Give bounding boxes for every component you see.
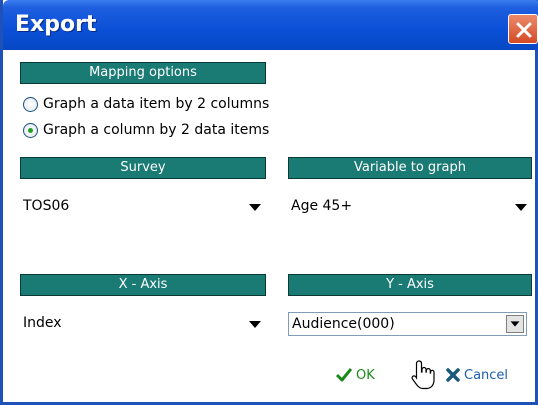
radio-button[interactable]: [23, 96, 38, 112]
survey-header: Survey: [20, 157, 266, 179]
variable-header: Variable to graph: [288, 157, 532, 179]
variable-dropdown[interactable]: Age 45+: [288, 195, 532, 219]
radio-option-column[interactable]: Graph a column by 2 data items: [23, 119, 269, 141]
x-axis-header: X - Axis: [20, 274, 266, 296]
chevron-down-icon[interactable]: [247, 316, 263, 332]
y-axis-header: Y - Axis: [288, 274, 532, 296]
x-axis-dropdown[interactable]: Index: [20, 312, 266, 336]
cancel-button[interactable]: Cancel: [446, 364, 508, 386]
ok-label: OK: [356, 367, 375, 383]
x-axis-value: Index: [23, 315, 62, 331]
variable-label: Variable to graph: [353, 160, 466, 175]
cross-icon: [446, 368, 460, 382]
window-title: Export: [15, 12, 97, 37]
checkmark-icon: [336, 368, 352, 382]
radio-label: Graph a column by 2 data items: [43, 122, 270, 138]
y-axis-dropdown[interactable]: Audience(000): [288, 312, 527, 336]
close-button[interactable]: [508, 14, 538, 44]
chevron-down-icon[interactable]: [247, 199, 263, 215]
close-icon: [516, 22, 532, 38]
cancel-label: Cancel: [464, 367, 509, 383]
radio-button-checked[interactable]: [23, 122, 38, 138]
variable-value: Age 45+: [291, 198, 353, 214]
chevron-down-icon[interactable]: [513, 199, 529, 215]
mapping-options-label: Mapping options: [89, 65, 197, 80]
hand-pointer-icon: [411, 360, 435, 390]
survey-label: Survey: [120, 160, 166, 175]
title-bar: Export: [3, 0, 538, 50]
survey-dropdown[interactable]: TOS06: [20, 195, 266, 219]
y-axis-label: Y - Axis: [386, 277, 434, 292]
mapping-options-header: Mapping options: [20, 62, 266, 84]
survey-value: TOS06: [23, 198, 70, 214]
ok-button[interactable]: OK: [336, 364, 375, 386]
radio-label: Graph a data item by 2 columns: [43, 96, 270, 112]
x-axis-label: X - Axis: [118, 277, 168, 292]
chevron-down-icon[interactable]: [506, 315, 524, 333]
y-axis-value: Audience(000): [292, 316, 395, 332]
dialog-content: Mapping options Graph a data item by 2 c…: [3, 50, 535, 402]
radio-option-data-item[interactable]: Graph a data item by 2 columns: [23, 93, 269, 115]
